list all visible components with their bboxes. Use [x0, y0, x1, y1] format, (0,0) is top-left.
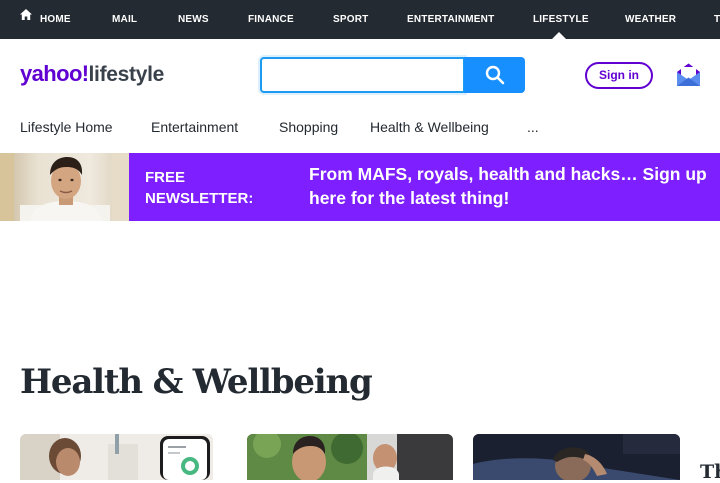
subnav-shopping[interactable]: Shopping	[279, 119, 338, 135]
topnav-home-label: HOME	[40, 14, 71, 25]
topnav-news[interactable]: NEWS	[178, 0, 209, 39]
article-card[interactable]	[247, 434, 453, 480]
article-card-image	[247, 434, 453, 480]
topnav-overflow-item[interactable]: T	[714, 0, 720, 39]
newsletter-banner-photo	[0, 153, 129, 221]
home-icon	[20, 0, 32, 37]
search-icon	[485, 65, 504, 85]
site-header: yahoo!lifestyle Sign in	[0, 39, 720, 111]
topnav-sport[interactable]: SPORT	[333, 0, 368, 39]
page-title: Health & Wellbeing	[20, 362, 373, 402]
yahoo-lifestyle-logo[interactable]: yahoo!lifestyle	[20, 61, 164, 87]
newsletter-banner[interactable]: FREE NEWSLETTER: From MAFS, royals, heal…	[0, 153, 720, 221]
search-input[interactable]	[260, 57, 465, 93]
active-tab-caret	[552, 32, 566, 39]
subnav-health-wellbeing[interactable]: Health & Wellbeing	[370, 119, 489, 135]
top-navigation-bar: HOME MAIL NEWS FINANCE SPORT ENTERTAINME…	[0, 0, 720, 39]
subnav-entertainment[interactable]: Entertainment	[151, 119, 238, 135]
topnav-home[interactable]: HOME	[20, 0, 71, 39]
search-button[interactable]	[464, 57, 525, 93]
topnav-entertainment[interactable]: ENTERTAINMENT	[407, 0, 494, 39]
search-box	[260, 57, 525, 93]
article-card[interactable]	[473, 434, 680, 480]
newsletter-text: From MAFS, royals, health and hacks… Sig…	[309, 164, 707, 208]
subnav-more[interactable]: ...	[527, 119, 539, 135]
article-card-image	[473, 434, 680, 480]
newsletter-label-line1: FREE	[145, 169, 186, 186]
topnav-weather[interactable]: WEATHER	[625, 0, 676, 39]
newsletter-label: FREE NEWSLETTER:	[145, 167, 253, 209]
article-card[interactable]	[20, 434, 213, 480]
topnav-mail[interactable]: MAIL	[112, 0, 137, 39]
subnav-lifestyle-home[interactable]: Lifestyle Home	[20, 119, 113, 135]
sign-in-button[interactable]: Sign in	[585, 62, 653, 89]
lifestyle-sub-navigation: Lifestyle Home Entertainment Shopping He…	[0, 111, 720, 143]
topnav-finance[interactable]: FINANCE	[248, 0, 294, 39]
mail-icon[interactable]	[676, 62, 701, 87]
article-card-image	[20, 434, 213, 480]
logo-brand: yahoo!	[20, 61, 89, 86]
logo-product: lifestyle	[88, 63, 165, 86]
newsletter-label-line2: NEWSLETTER:	[145, 190, 254, 207]
